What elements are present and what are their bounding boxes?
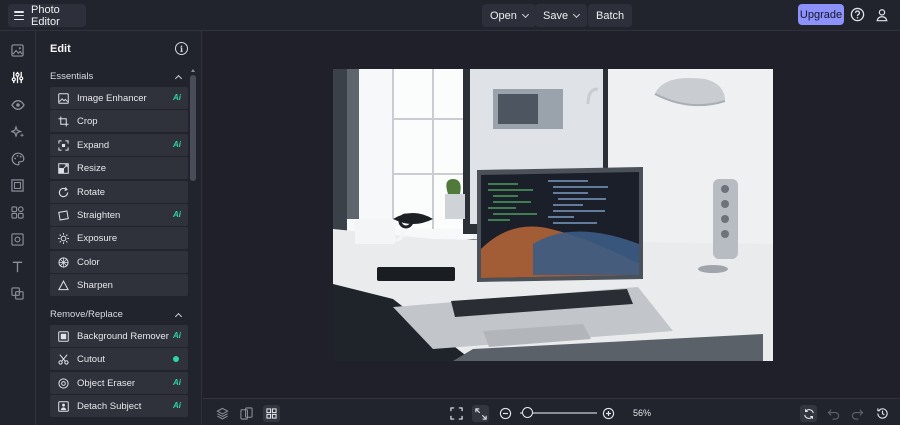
scroll-up-arrow[interactable] [191, 69, 195, 72]
help-icon[interactable] [849, 6, 866, 23]
ai-badge: Ai [173, 210, 181, 219]
overlay-icon[interactable] [9, 285, 26, 302]
info-icon[interactable]: i [175, 42, 188, 55]
tool-label: Crop [77, 115, 98, 127]
top-bar [0, 0, 900, 31]
tool-color[interactable]: Color [50, 251, 188, 273]
open-menu-button[interactable]: Open [482, 4, 536, 27]
panel-scrollbar[interactable] [190, 75, 196, 181]
actual-size-icon[interactable] [472, 405, 489, 422]
tool-crop[interactable]: Crop [50, 110, 188, 132]
ai-badge: Ai [173, 140, 181, 149]
tool-label: Rotate [77, 186, 105, 198]
sparkles-icon[interactable] [9, 123, 26, 140]
tool-expand[interactable]: Expand Ai [50, 134, 188, 156]
shapes-icon[interactable] [9, 204, 26, 221]
tool-object-eraser[interactable]: Object Eraser Ai [50, 372, 188, 394]
expand-icon [58, 139, 69, 151]
tool-straighten[interactable]: Straighten Ai [50, 204, 188, 226]
ai-badge: Ai [173, 378, 181, 387]
image-icon[interactable] [9, 42, 26, 59]
adjustments-icon[interactable] [9, 69, 26, 86]
open-menu-label: Open [490, 9, 517, 22]
fit-screen-icon[interactable] [448, 405, 465, 422]
chevron-up-icon[interactable] [174, 74, 183, 83]
batch-button[interactable]: Batch [588, 4, 633, 27]
redo-icon[interactable] [849, 405, 866, 422]
object-eraser-icon [58, 377, 69, 389]
eye-icon[interactable] [9, 96, 26, 113]
grid-view-icon[interactable] [263, 405, 280, 422]
upgrade-button[interactable]: Upgrade [798, 4, 844, 25]
tool-label: Detach Subject [77, 400, 142, 412]
zoom-slider-handle[interactable] [521, 407, 533, 418]
section-remove-replace-header[interactable]: Remove/Replace [50, 309, 123, 320]
tool-resize[interactable]: Resize [50, 157, 188, 179]
panel-title: Edit [50, 43, 71, 55]
tool-image-enhancer[interactable]: Image Enhancer Ai [50, 87, 188, 109]
text-icon[interactable] [9, 258, 26, 275]
tool-background-remover[interactable]: Background Remover Ai [50, 325, 188, 347]
zoom-level[interactable]: 56% [626, 405, 658, 420]
desk-laptop-photo [333, 69, 773, 361]
background-remover-icon [58, 330, 69, 342]
tool-exposure[interactable]: Exposure [50, 227, 188, 249]
chevron-down-icon [573, 10, 581, 18]
new-indicator-dot [173, 356, 179, 362]
batch-label: Batch [596, 9, 625, 22]
crop-icon [58, 115, 69, 127]
tool-cutout[interactable]: Cutout [50, 348, 188, 370]
edit-panel: Edit i Essentials Image Enhancer Ai Crop… [36, 31, 202, 425]
chevron-up-icon[interactable] [174, 312, 183, 321]
save-menu-label: Save [543, 9, 569, 22]
rotate-icon [58, 186, 69, 198]
image-enhancer-icon [58, 92, 69, 104]
tool-label: Exposure [77, 232, 118, 244]
color-icon [58, 256, 69, 268]
tool-rail [0, 31, 36, 425]
tool-label: Cutout [77, 353, 105, 365]
tool-label: Color [77, 256, 100, 268]
zoom-out-icon[interactable] [497, 405, 514, 422]
zoom-in-icon[interactable] [600, 405, 617, 422]
app-name: Photo Editor [31, 3, 60, 28]
palette-icon[interactable] [9, 150, 26, 167]
ai-badge: Ai [173, 401, 181, 410]
tool-label: Object Eraser [77, 377, 136, 389]
graphics-icon[interactable] [9, 231, 26, 248]
compare-icon[interactable] [238, 405, 255, 422]
ai-badge: Ai [173, 331, 181, 340]
chevron-down-icon [521, 10, 529, 18]
section-essentials-header[interactable]: Essentials [50, 71, 93, 82]
scissors-icon [58, 353, 69, 365]
tool-label: Expand [77, 139, 110, 151]
triangle-icon [58, 279, 69, 291]
app-menu-button[interactable]: Photo Editor [8, 3, 86, 28]
reset-icon[interactable] [800, 405, 817, 422]
tool-label: Image Enhancer [77, 92, 147, 104]
tool-detach-subject[interactable]: Detach Subject Ai [50, 395, 188, 417]
straighten-icon [58, 209, 69, 221]
tool-rotate[interactable]: Rotate [50, 181, 188, 203]
tool-label: Background Remover [77, 330, 169, 342]
frame-icon[interactable] [9, 177, 26, 194]
detach-subject-icon [58, 400, 69, 412]
resize-icon [58, 162, 69, 174]
canvas-photo[interactable] [333, 69, 773, 361]
undo-icon[interactable] [825, 405, 842, 422]
exposure-icon [58, 232, 69, 244]
tool-label: Resize [77, 162, 107, 174]
layers-icon[interactable] [214, 405, 231, 422]
hamburger-icon [14, 11, 24, 20]
user-icon[interactable] [873, 6, 890, 23]
history-icon[interactable] [874, 405, 891, 422]
tool-label: Straighten [77, 209, 121, 221]
save-menu-button[interactable]: Save [535, 4, 588, 27]
ai-badge: Ai [173, 93, 181, 102]
tool-sharpen[interactable]: Sharpen [50, 274, 188, 296]
tool-label: Sharpen [77, 279, 113, 291]
